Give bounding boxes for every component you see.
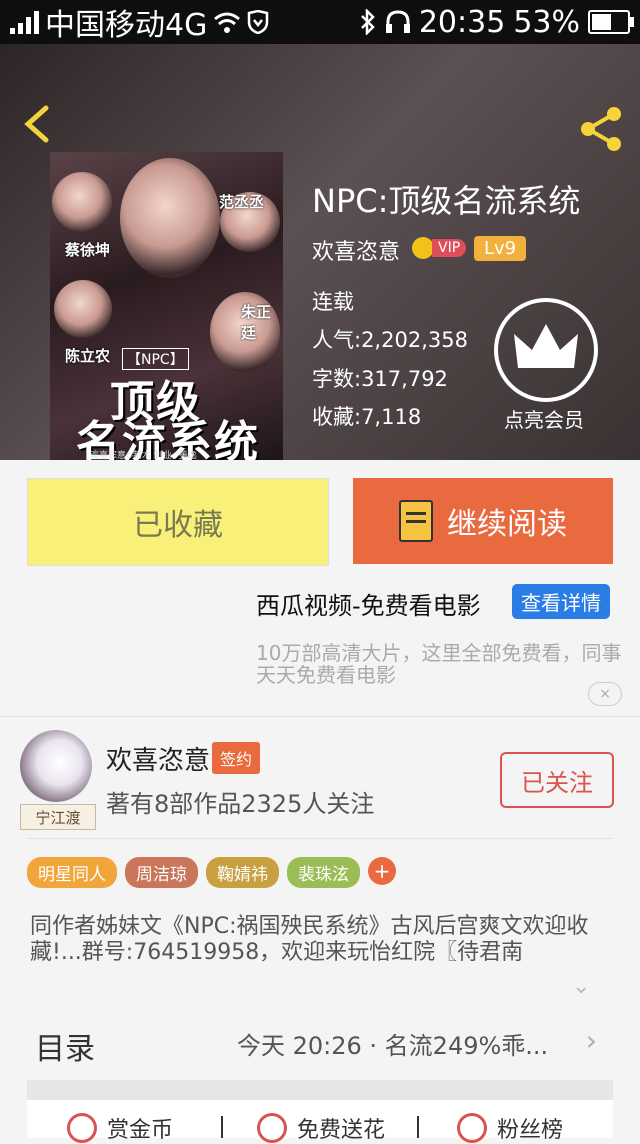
favorited-button[interactable]: 已收藏 [27, 478, 329, 566]
coin-icon [67, 1113, 97, 1143]
cover-name: 陈立农 [65, 347, 111, 365]
author-avatar[interactable] [20, 730, 92, 802]
tag-chip[interactable]: 裴珠泫 [287, 857, 360, 888]
ad-description[interactable]: 10万部高清大片，这里全部免费看，同事天天免费看电影 [256, 642, 626, 686]
vip-badge: VIP [432, 239, 467, 257]
carrier-label: 中国移动4G [45, 8, 208, 43]
author-stats: 著有8部作品2325人关注 [106, 790, 375, 818]
author-name[interactable]: 欢喜恣意 [106, 740, 210, 777]
time-label: 20:35 [418, 4, 506, 40]
divider [27, 838, 613, 839]
flower-icon [257, 1113, 287, 1143]
cover-portrait [120, 158, 220, 278]
battery-icon [588, 10, 634, 34]
ad-close-button[interactable]: × [588, 682, 622, 706]
toc-row[interactable]: 目录 今天 20:26 · 名流249%乖... › [27, 1006, 613, 1080]
cover-name: 朱正廷 [241, 303, 272, 342]
tag-chip[interactable]: 明星同人 [27, 857, 117, 888]
separator [417, 1116, 419, 1138]
gift-button[interactable]: 免费送花 [257, 1112, 385, 1144]
tag-chip[interactable]: 周洁琼 [125, 857, 198, 888]
toc-latest-chapter: 今天 20:26 · 名流249%乖... [237, 1032, 549, 1060]
chevron-down-icon[interactable]: ⌄ [572, 974, 590, 999]
tag-chip[interactable]: 鞠婧祎 [206, 857, 279, 888]
reward-label: 赏金币 [107, 1118, 174, 1143]
ad-details-button[interactable]: 查看详情 [512, 584, 610, 619]
crown-icon [514, 324, 578, 368]
cover-name: 蔡徐坤 [65, 241, 111, 259]
member-button[interactable] [494, 298, 598, 402]
continue-reading-label: 继续阅读 [447, 507, 567, 542]
book-favorites: 收藏:7,118 [312, 405, 422, 429]
cover-portrait [52, 172, 112, 232]
divider [0, 716, 640, 717]
section-gap [27, 1080, 613, 1100]
book-status: 连载 [312, 290, 354, 314]
add-tag-button[interactable]: + [368, 857, 396, 885]
follow-button[interactable]: 已关注 [500, 752, 614, 808]
book-popularity: 人气:2,202,358 [312, 328, 468, 352]
bluetooth-icon [360, 9, 375, 35]
member-label[interactable]: 点亮会员 [504, 404, 584, 433]
battery-percent: 53% [513, 4, 580, 40]
book-intro[interactable]: 同作者姊妹文《NPC:祸国殃民系统》古风后宫爽文欢迎收藏!...群号:76451… [30, 914, 620, 966]
ad-title[interactable]: 西瓜视频-免费看电影 [256, 586, 481, 621]
fans-label: 粉丝榜 [497, 1118, 564, 1143]
signed-badge: 签约 [212, 742, 261, 774]
book-cover[interactable]: 范丞丞 蔡徐坤 朱正廷 陈立农 【NPC】 顶级 名流系统 欢喜恣意◇制木 制业… [50, 152, 283, 460]
cover-name: 范丞丞 [219, 193, 265, 211]
level-badge: Lv9 [474, 236, 527, 261]
gift-label: 免费送花 [297, 1118, 386, 1143]
book-icon [399, 500, 433, 542]
chevron-right-icon: › [585, 1024, 597, 1057]
reward-button[interactable]: 赏金币 [67, 1112, 173, 1144]
toc-label: 目录 [35, 1032, 95, 1067]
avatar-badge: 宁江渡 [20, 804, 96, 830]
wifi-icon [214, 12, 241, 33]
signal-icon [10, 10, 39, 34]
cover-portrait [54, 280, 112, 338]
book-word-count: 字数:317,792 [312, 367, 448, 391]
book-header: 范丞丞 蔡徐坤 朱正廷 陈立农 【NPC】 顶级 名流系统 欢喜恣意◇制木 制业… [0, 44, 640, 460]
fans-button[interactable]: 粉丝榜 [457, 1112, 563, 1144]
back-arrow-icon[interactable] [18, 104, 58, 144]
ranking-icon [457, 1113, 487, 1143]
headphones-icon [385, 10, 410, 33]
vpn-shield-icon [248, 10, 269, 34]
continue-reading-button[interactable]: 继续阅读 [353, 478, 613, 564]
share-icon[interactable] [576, 104, 626, 154]
separator [221, 1116, 223, 1138]
status-bar: 中国移动4G 20:35 53% [0, 0, 640, 44]
bottom-action-bar: 赏金币 免费送花 粉丝榜 [27, 1100, 613, 1143]
vip-crown-icon [412, 237, 434, 259]
book-author[interactable]: 欢喜恣意 [312, 234, 400, 266]
tag-row: 明星同人 周洁琼 鞠婧祎 裴珠泫 + [27, 857, 396, 888]
book-title: NPC:顶级名流系统 [312, 182, 581, 220]
cover-credit: 欢喜恣意◇制木 制业◇美逸 [90, 451, 197, 460]
